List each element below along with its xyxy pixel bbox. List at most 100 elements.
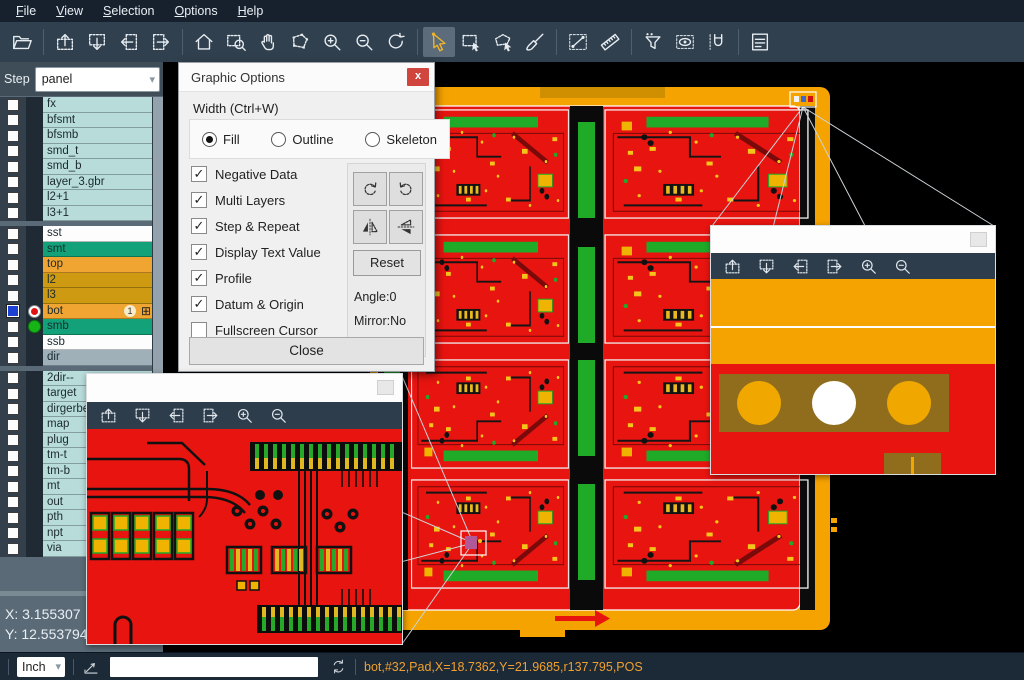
dialog-titlebar[interactable]: Graphic Options x <box>179 63 434 92</box>
checkbox-icon[interactable] <box>191 322 207 338</box>
refresh-icon[interactable] <box>330 658 347 675</box>
view-options-button[interactable] <box>669 27 701 57</box>
snap-magnet-button[interactable] <box>701 27 733 57</box>
layer-visibility-checkbox[interactable] <box>7 176 19 188</box>
page-left-icon[interactable] <box>167 406 186 425</box>
layer-visibility-checkbox[interactable] <box>7 259 19 271</box>
ruler-button[interactable] <box>594 27 626 57</box>
filter-button[interactable] <box>637 27 669 57</box>
layer-table-button[interactable] <box>744 27 776 57</box>
checkbox-icon[interactable] <box>191 244 207 260</box>
page-up-button[interactable] <box>49 27 81 57</box>
layer-name[interactable]: top <box>43 257 152 273</box>
layer-name[interactable]: layer_3.gbr <box>43 175 152 191</box>
page-left-button[interactable] <box>113 27 145 57</box>
layer-visibility-checkbox[interactable] <box>7 274 19 286</box>
flip-horizontal-button[interactable] <box>353 210 387 244</box>
menu-item[interactable]: Options <box>164 0 227 22</box>
close-icon[interactable]: x <box>407 68 429 86</box>
layer-visibility-checkbox[interactable] <box>7 207 19 219</box>
radio-icon[interactable] <box>365 132 380 147</box>
rotate-ccw-button[interactable] <box>389 172 423 206</box>
page-right-icon[interactable] <box>825 257 844 276</box>
radio-option[interactable]: Fill <box>202 132 240 147</box>
layer-visibility-checkbox[interactable] <box>7 403 19 415</box>
step-dropdown[interactable]: panel ▾ <box>35 67 160 92</box>
layer-name[interactable]: bot1⊞ <box>43 304 152 320</box>
radio-option[interactable]: Outline <box>271 132 333 147</box>
layer-visibility-checkbox[interactable] <box>7 419 19 431</box>
polygon-select-button[interactable] <box>487 27 519 57</box>
layer-visibility-checkbox[interactable] <box>7 481 19 493</box>
rect-select-button[interactable] <box>455 27 487 57</box>
layer-name[interactable]: smb <box>43 319 152 335</box>
layer-name[interactable]: dir <box>43 350 152 366</box>
layer-visibility-checkbox[interactable] <box>7 192 19 204</box>
zoom-out-button[interactable] <box>348 27 380 57</box>
option-checkbox-row[interactable]: Step & Repeat <box>191 213 343 239</box>
pan-hand-button[interactable] <box>252 27 284 57</box>
menu-item[interactable]: Selection <box>93 0 164 22</box>
layer-visibility-checkbox[interactable] <box>7 450 19 462</box>
layer-name[interactable]: l3 <box>43 288 152 304</box>
radio-icon[interactable] <box>271 132 286 147</box>
zoom-polygon-button[interactable] <box>284 27 316 57</box>
layer-visibility-checkbox[interactable] <box>7 145 19 157</box>
window-button[interactable] <box>377 380 394 395</box>
page-up-icon[interactable] <box>723 257 742 276</box>
layer-visibility-checkbox[interactable] <box>7 161 19 173</box>
option-checkbox-row[interactable]: Multi Layers <box>191 187 343 213</box>
zoom-previous-button[interactable] <box>380 27 412 57</box>
zoom-in-icon[interactable] <box>235 406 254 425</box>
flip-vertical-button[interactable] <box>389 210 423 244</box>
layer-name[interactable]: smt <box>43 242 152 258</box>
page-right-button[interactable] <box>145 27 177 57</box>
zoom-out-icon[interactable] <box>893 257 912 276</box>
option-checkbox-row[interactable]: Display Text Value <box>191 239 343 265</box>
layer-visibility-checkbox[interactable] <box>7 465 19 477</box>
page-down-button[interactable] <box>81 27 113 57</box>
layer-visibility-checkbox[interactable] <box>7 290 19 302</box>
layer-visibility-checkbox[interactable] <box>7 512 19 524</box>
rotate-cw-button[interactable] <box>353 172 387 206</box>
layer-name[interactable]: fx <box>43 97 152 113</box>
layer-name[interactable]: l2+1 <box>43 190 152 206</box>
close-button[interactable]: Close <box>189 337 424 365</box>
layer-visibility-checkbox[interactable] <box>7 130 19 142</box>
page-up-icon[interactable] <box>99 406 118 425</box>
option-checkbox-row[interactable]: Negative Data <box>191 161 343 187</box>
layer-name[interactable]: l2 <box>43 273 152 289</box>
checkbox-icon[interactable] <box>191 166 207 182</box>
unit-dropdown[interactable]: Inch ▾ <box>17 657 65 677</box>
layer-visibility-checkbox[interactable] <box>7 336 19 348</box>
measure-distance-button[interactable] <box>562 27 594 57</box>
layer-name[interactable]: bfsmt <box>43 113 152 129</box>
layer-visibility-checkbox[interactable] <box>7 99 19 111</box>
checkbox-icon[interactable] <box>191 296 207 312</box>
page-down-icon[interactable] <box>133 406 152 425</box>
layer-visibility-checkbox[interactable] <box>7 228 19 240</box>
reset-button[interactable]: Reset <box>353 250 421 276</box>
layer-visibility-checkbox[interactable] <box>7 543 19 555</box>
zoom-window-titlebar[interactable] <box>87 374 402 402</box>
layer-visibility-checkbox[interactable] <box>7 388 19 400</box>
page-left-icon[interactable] <box>791 257 810 276</box>
option-checkbox-row[interactable]: Datum & Origin <box>191 291 343 317</box>
layer-visibility-checkbox[interactable] <box>7 434 19 446</box>
page-down-icon[interactable] <box>757 257 776 276</box>
layer-visibility-checkbox[interactable] <box>7 321 19 333</box>
home-view-button[interactable] <box>188 27 220 57</box>
zoom-window-button[interactable] <box>220 27 252 57</box>
open-file-button[interactable] <box>6 27 38 57</box>
command-input[interactable] <box>110 657 318 677</box>
layer-name[interactable]: sst <box>43 226 152 242</box>
layer-visibility-checkbox[interactable] <box>7 114 19 126</box>
layer-visibility-checkbox[interactable] <box>7 527 19 539</box>
layer-name[interactable]: smd_b <box>43 159 152 175</box>
menu-item[interactable]: Help <box>228 0 274 22</box>
zoom-window-titlebar[interactable] <box>711 226 995 253</box>
checkbox-icon[interactable] <box>191 218 207 234</box>
page-right-icon[interactable] <box>201 406 220 425</box>
checkbox-icon[interactable] <box>191 270 207 286</box>
layer-visibility-checkbox[interactable] <box>7 372 19 384</box>
